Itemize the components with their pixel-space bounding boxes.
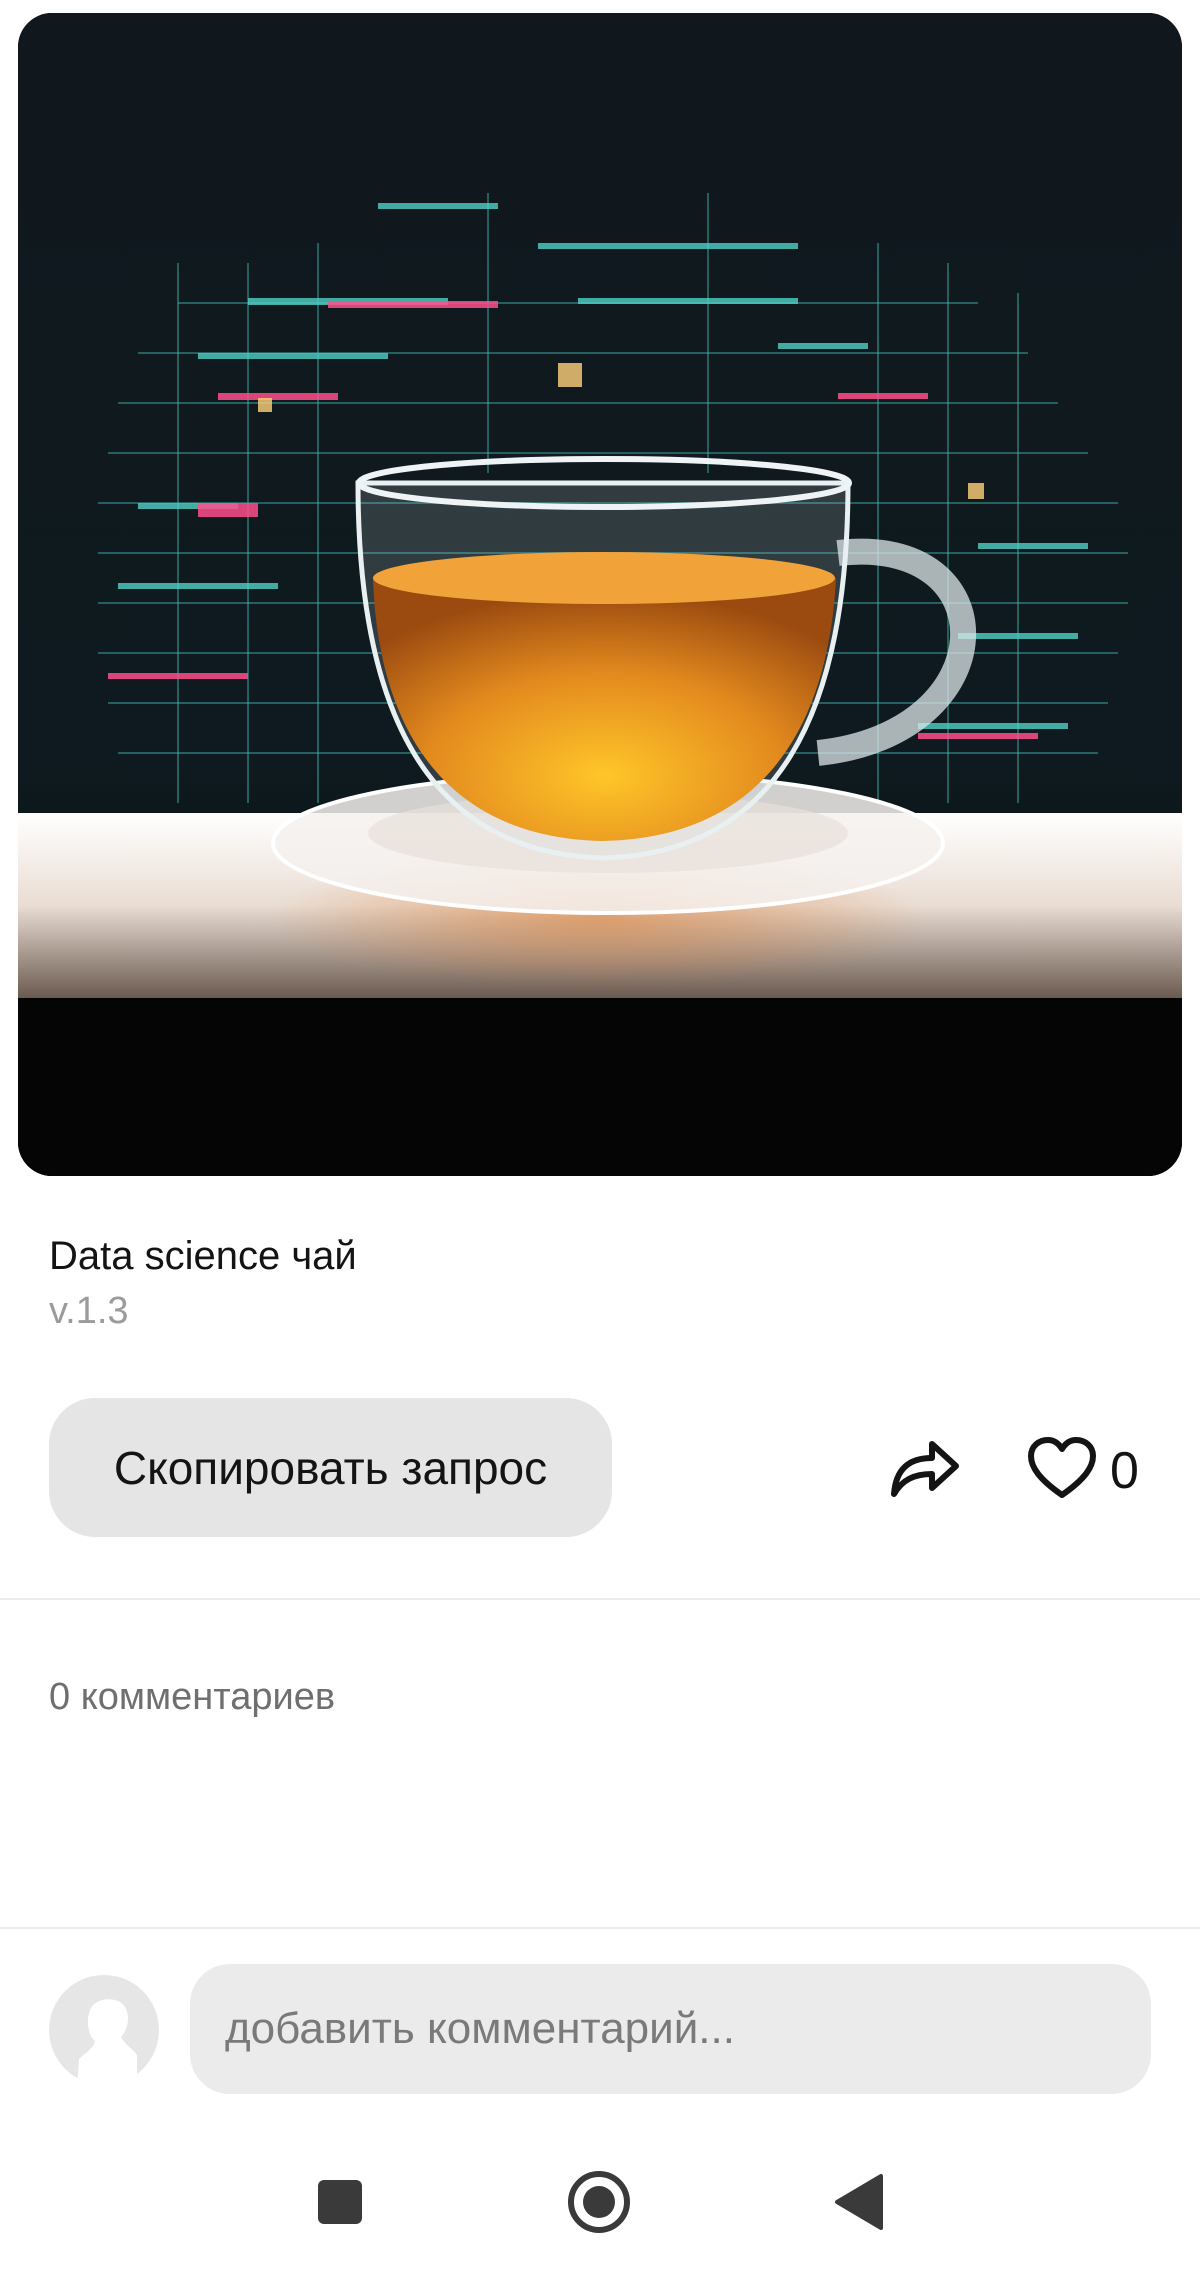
recents-button[interactable] (298, 2160, 382, 2244)
home-button[interactable] (557, 2160, 641, 2244)
back-button[interactable] (817, 2160, 901, 2244)
like-button[interactable] (1022, 1428, 1102, 1508)
post-title: Data science чай (49, 1234, 357, 1278)
post-version: v.1.3 (49, 1290, 129, 1332)
square-icon (318, 2180, 362, 2224)
comment-input-placeholder: добавить комментарий... (225, 2004, 735, 2053)
share-button[interactable] (885, 1430, 965, 1506)
comment-input[interactable]: добавить комментарий... (190, 1964, 1151, 2094)
triangle-back-icon (835, 2174, 883, 2230)
heart-outline-icon (1028, 1437, 1096, 1498)
divider (0, 1598, 1200, 1600)
divider (0, 1927, 1200, 1929)
avatar[interactable] (49, 1975, 159, 2085)
share-arrow-icon (891, 1441, 959, 1497)
comments-count: 0 комментариев (49, 1676, 336, 1718)
circle-icon (568, 2171, 630, 2233)
copy-prompt-button[interactable]: Скопировать запрос (49, 1398, 612, 1537)
tea-data-illustration (18, 13, 1182, 1176)
like-count: 0 (1110, 1442, 1139, 1500)
post-image[interactable] (18, 13, 1182, 1176)
user-silhouette-icon (77, 1999, 137, 2085)
